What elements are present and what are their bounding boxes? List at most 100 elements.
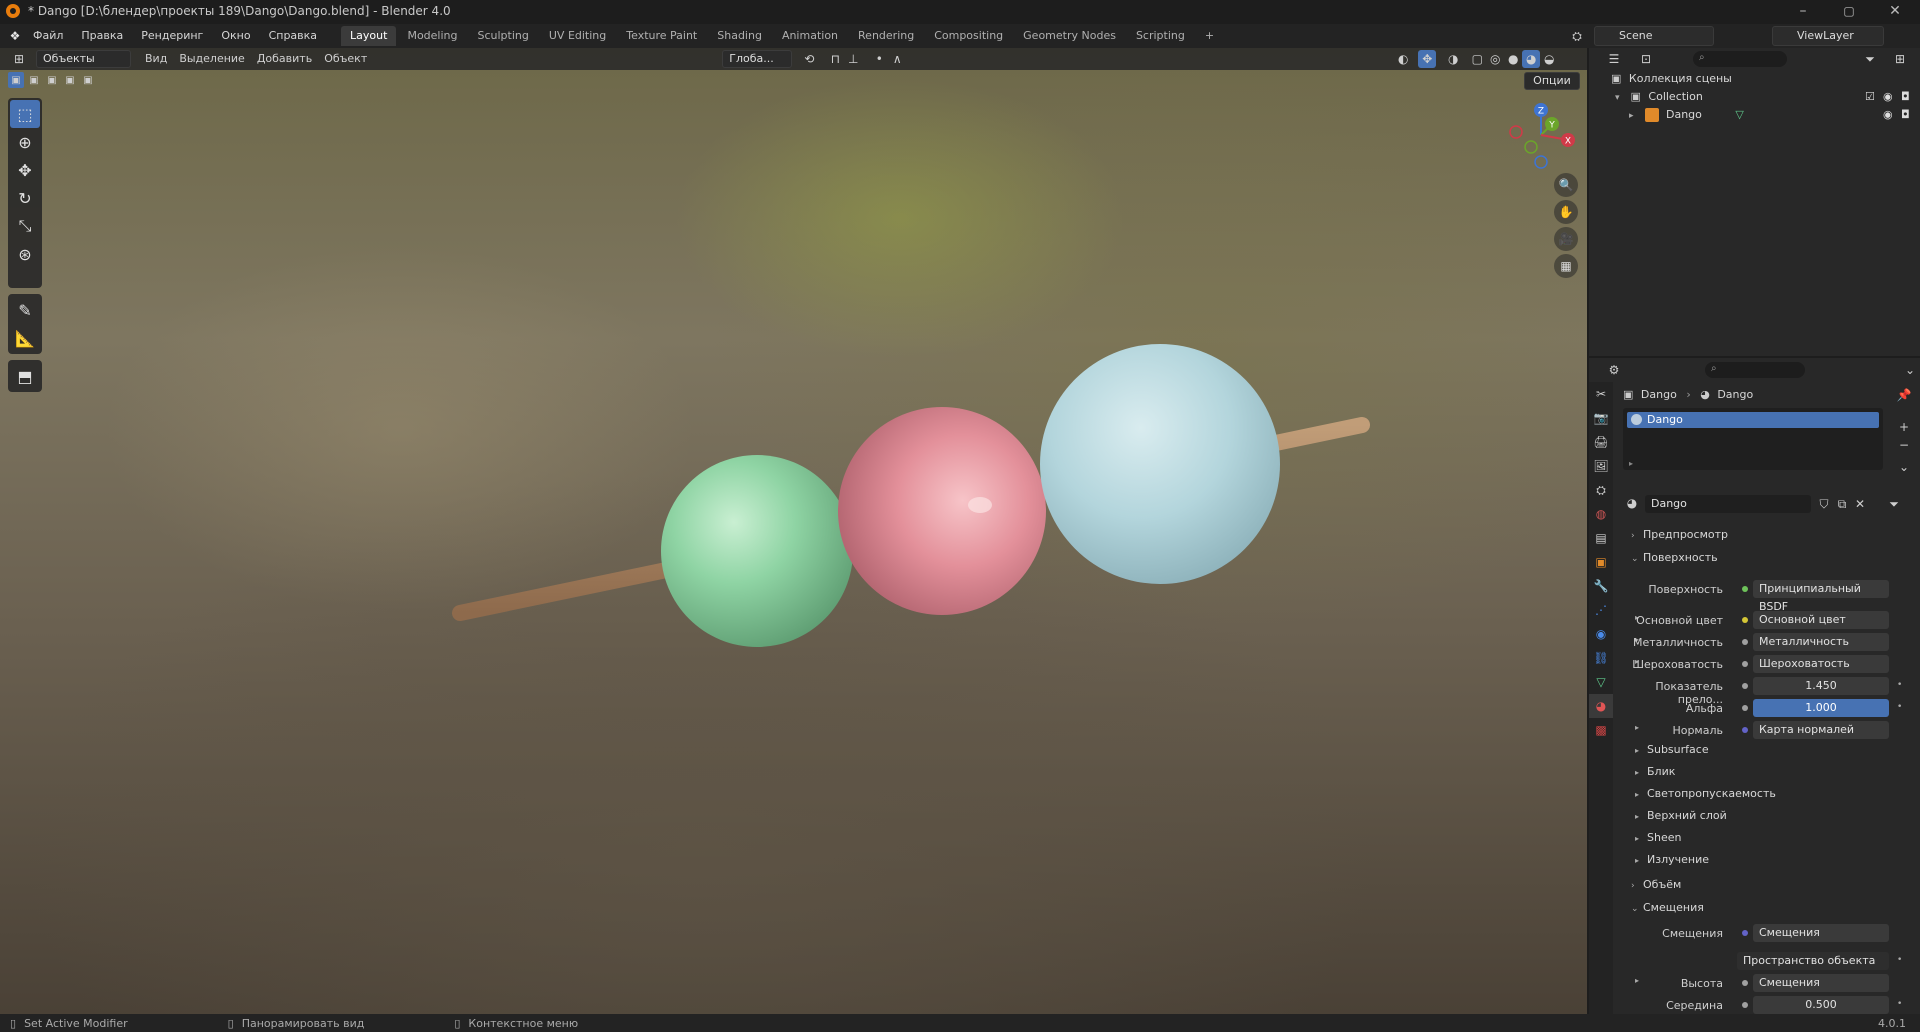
pink-sphere[interactable]: [838, 407, 1046, 615]
select-new-icon[interactable]: ▣: [8, 72, 24, 88]
surface-row-value[interactable]: Карта нормалей: [1753, 721, 1889, 739]
select-box-tool-icon[interactable]: ⬚: [10, 100, 40, 128]
outliner-editor-icon[interactable]: ☰: [1605, 50, 1623, 68]
tab-sculpting[interactable]: Sculpting: [469, 26, 538, 46]
physics-tab-icon[interactable]: ◉: [1589, 622, 1613, 646]
browse-material-icon[interactable]: ◕: [1623, 494, 1641, 512]
green-sphere[interactable]: [661, 455, 853, 647]
data-tab-icon[interactable]: ▽: [1589, 670, 1613, 694]
socket-dot-icon[interactable]: [1742, 705, 1748, 711]
socket-dot-icon[interactable]: [1742, 727, 1748, 733]
socket-dot-icon[interactable]: [1742, 661, 1748, 667]
surface-row-value[interactable]: Принципиальный BSDF: [1753, 580, 1889, 613]
select-intersect-icon[interactable]: ▣: [80, 72, 96, 88]
socket-dot-icon[interactable]: [1742, 617, 1748, 623]
pin-icon[interactable]: 📌: [1895, 386, 1913, 404]
menu-window[interactable]: Окно: [212, 24, 259, 48]
displacement-row-value[interactable]: Смещения: [1753, 974, 1889, 992]
wireframe-shading-icon[interactable]: ◎: [1486, 50, 1504, 68]
navigation-gizmo[interactable]: Z Y X: [1506, 100, 1576, 170]
socket-dot-icon[interactable]: [1742, 586, 1748, 592]
tab-geometry-nodes[interactable]: Geometry Nodes: [1014, 26, 1125, 46]
tab-texture-paint[interactable]: Texture Paint: [617, 26, 706, 46]
displacement-space-dropdown[interactable]: Пространство объекта: [1737, 952, 1889, 970]
outliner-search-input[interactable]: ⌕: [1693, 51, 1787, 67]
surface-row-value[interactable]: 1.000: [1753, 699, 1889, 717]
properties-options-icon[interactable]: ⌄: [1901, 361, 1919, 379]
slot-specials-icon[interactable]: ⌄: [1895, 458, 1913, 476]
tab-modeling[interactable]: Modeling: [398, 26, 466, 46]
add-cube-tool-icon[interactable]: ⬒: [10, 362, 40, 390]
options-dropdown[interactable]: Опции: [1524, 72, 1580, 90]
subsection-expand-icon[interactable]: ▸: [1635, 856, 1647, 865]
render-camera-icon[interactable]: ◘: [1901, 88, 1910, 106]
properties-search-input[interactable]: ⌕: [1705, 362, 1805, 378]
select-subtract-icon[interactable]: ▣: [44, 72, 60, 88]
add-slot-icon[interactable]: +: [1895, 418, 1913, 436]
xray-icon[interactable]: ▢: [1468, 50, 1486, 68]
editor-type-icon[interactable]: ⊞: [10, 50, 28, 68]
outliner-object-row[interactable]: ▸ Dango ▽ ◉ ◘: [1629, 106, 1915, 124]
menu-help[interactable]: Справка: [260, 24, 326, 48]
material-slot-item[interactable]: Dango: [1627, 412, 1879, 428]
filter-icon[interactable]: ⏷: [1861, 50, 1879, 68]
add-workspace-button[interactable]: +: [1196, 26, 1223, 46]
node-link-icon[interactable]: ⏷: [1885, 495, 1903, 513]
section-preview[interactable]: › Предпросмотр: [1631, 528, 1728, 541]
display-mode-icon[interactable]: ⊡: [1637, 50, 1655, 68]
constraints-tab-icon[interactable]: ⛓: [1589, 646, 1613, 670]
socket-dot-icon[interactable]: [1742, 980, 1748, 986]
surface-row-value[interactable]: Шероховатость: [1753, 655, 1889, 673]
subsection-header[interactable]: ▸ Излучение: [1635, 853, 1709, 866]
tab-layout[interactable]: Layout: [341, 26, 397, 46]
subsection-header[interactable]: ▸ Блик: [1635, 765, 1675, 778]
section-displacement[interactable]: ⌄ Смещения: [1631, 901, 1704, 914]
view-layer-tab-icon[interactable]: 🖼: [1589, 454, 1613, 478]
blue-sphere[interactable]: [1040, 344, 1280, 584]
move-tool-icon[interactable]: ✥: [10, 156, 40, 184]
socket-dot-icon[interactable]: [1742, 1002, 1748, 1008]
menu-render[interactable]: Рендеринг: [132, 24, 212, 48]
annotate-tool-icon[interactable]: ✎: [10, 296, 40, 324]
tab-uv-editing[interactable]: UV Editing: [540, 26, 615, 46]
subsection-expand-icon[interactable]: ▸: [1635, 790, 1647, 799]
3d-viewport[interactable]: [0, 48, 1587, 1014]
object-render-camera-icon[interactable]: ◘: [1901, 106, 1910, 124]
displacement-row-value[interactable]: 0.500: [1753, 996, 1889, 1014]
overlay-toggle-icon[interactable]: ◑: [1444, 50, 1462, 68]
menu-add[interactable]: Добавить: [251, 50, 318, 68]
section-surface[interactable]: ⌄ Поверхность: [1631, 551, 1718, 564]
world-tab-icon[interactable]: ◍: [1589, 502, 1613, 526]
mode-dropdown[interactable]: Объекты: [36, 50, 131, 68]
subsection-expand-icon[interactable]: ▸: [1635, 834, 1647, 843]
measure-tool-icon[interactable]: 📐: [10, 324, 40, 352]
gizmo-toggle-icon[interactable]: ✥: [1418, 50, 1437, 68]
row-expand-icon[interactable]: ▸: [1635, 976, 1639, 985]
scale-tool-icon[interactable]: ⤡: [10, 212, 40, 240]
subsection-header[interactable]: ▸ Светопропускаемость: [1635, 787, 1776, 800]
displacement-row-value[interactable]: Смещения: [1753, 924, 1889, 942]
visibility-icon[interactable]: ◐: [1394, 50, 1412, 68]
snap-target-icon[interactable]: ⊥: [844, 50, 862, 68]
close-button[interactable]: ✕: [1872, 0, 1918, 22]
transform-orientation-dropdown[interactable]: Глоба...: [722, 50, 793, 68]
tab-rendering[interactable]: Rendering: [849, 26, 923, 46]
scene-name-field[interactable]: Scene: [1594, 26, 1714, 46]
proportional-edit-icon[interactable]: •: [870, 50, 888, 68]
subsection-header[interactable]: ▸ Верхний слой: [1635, 809, 1727, 822]
outliner-collection-row[interactable]: ▾ ▣ Collection ☑ ◉ ◘: [1615, 88, 1915, 106]
keyframe-icon[interactable]: •: [1897, 702, 1902, 712]
menu-object[interactable]: Объект: [318, 50, 373, 68]
modifier-tab-icon[interactable]: 🔧: [1589, 574, 1613, 598]
output-tab-icon[interactable]: 🖨: [1589, 430, 1613, 454]
subsection-expand-icon[interactable]: ▸: [1635, 746, 1647, 755]
particles-tab-icon[interactable]: ⋰: [1589, 598, 1613, 622]
texture-tab-icon[interactable]: ▩: [1589, 718, 1613, 742]
expand-triangle-icon[interactable]: ▸: [1629, 107, 1641, 125]
solid-shading-icon[interactable]: ●: [1504, 50, 1522, 68]
transform-tool-icon[interactable]: ⊛: [10, 240, 40, 268]
visibility-eye-icon[interactable]: ◉: [1883, 88, 1893, 106]
select-invert-icon[interactable]: ▣: [62, 72, 78, 88]
menu-edit[interactable]: Правка: [72, 24, 132, 48]
tool-tab-icon[interactable]: ✂: [1589, 382, 1613, 406]
